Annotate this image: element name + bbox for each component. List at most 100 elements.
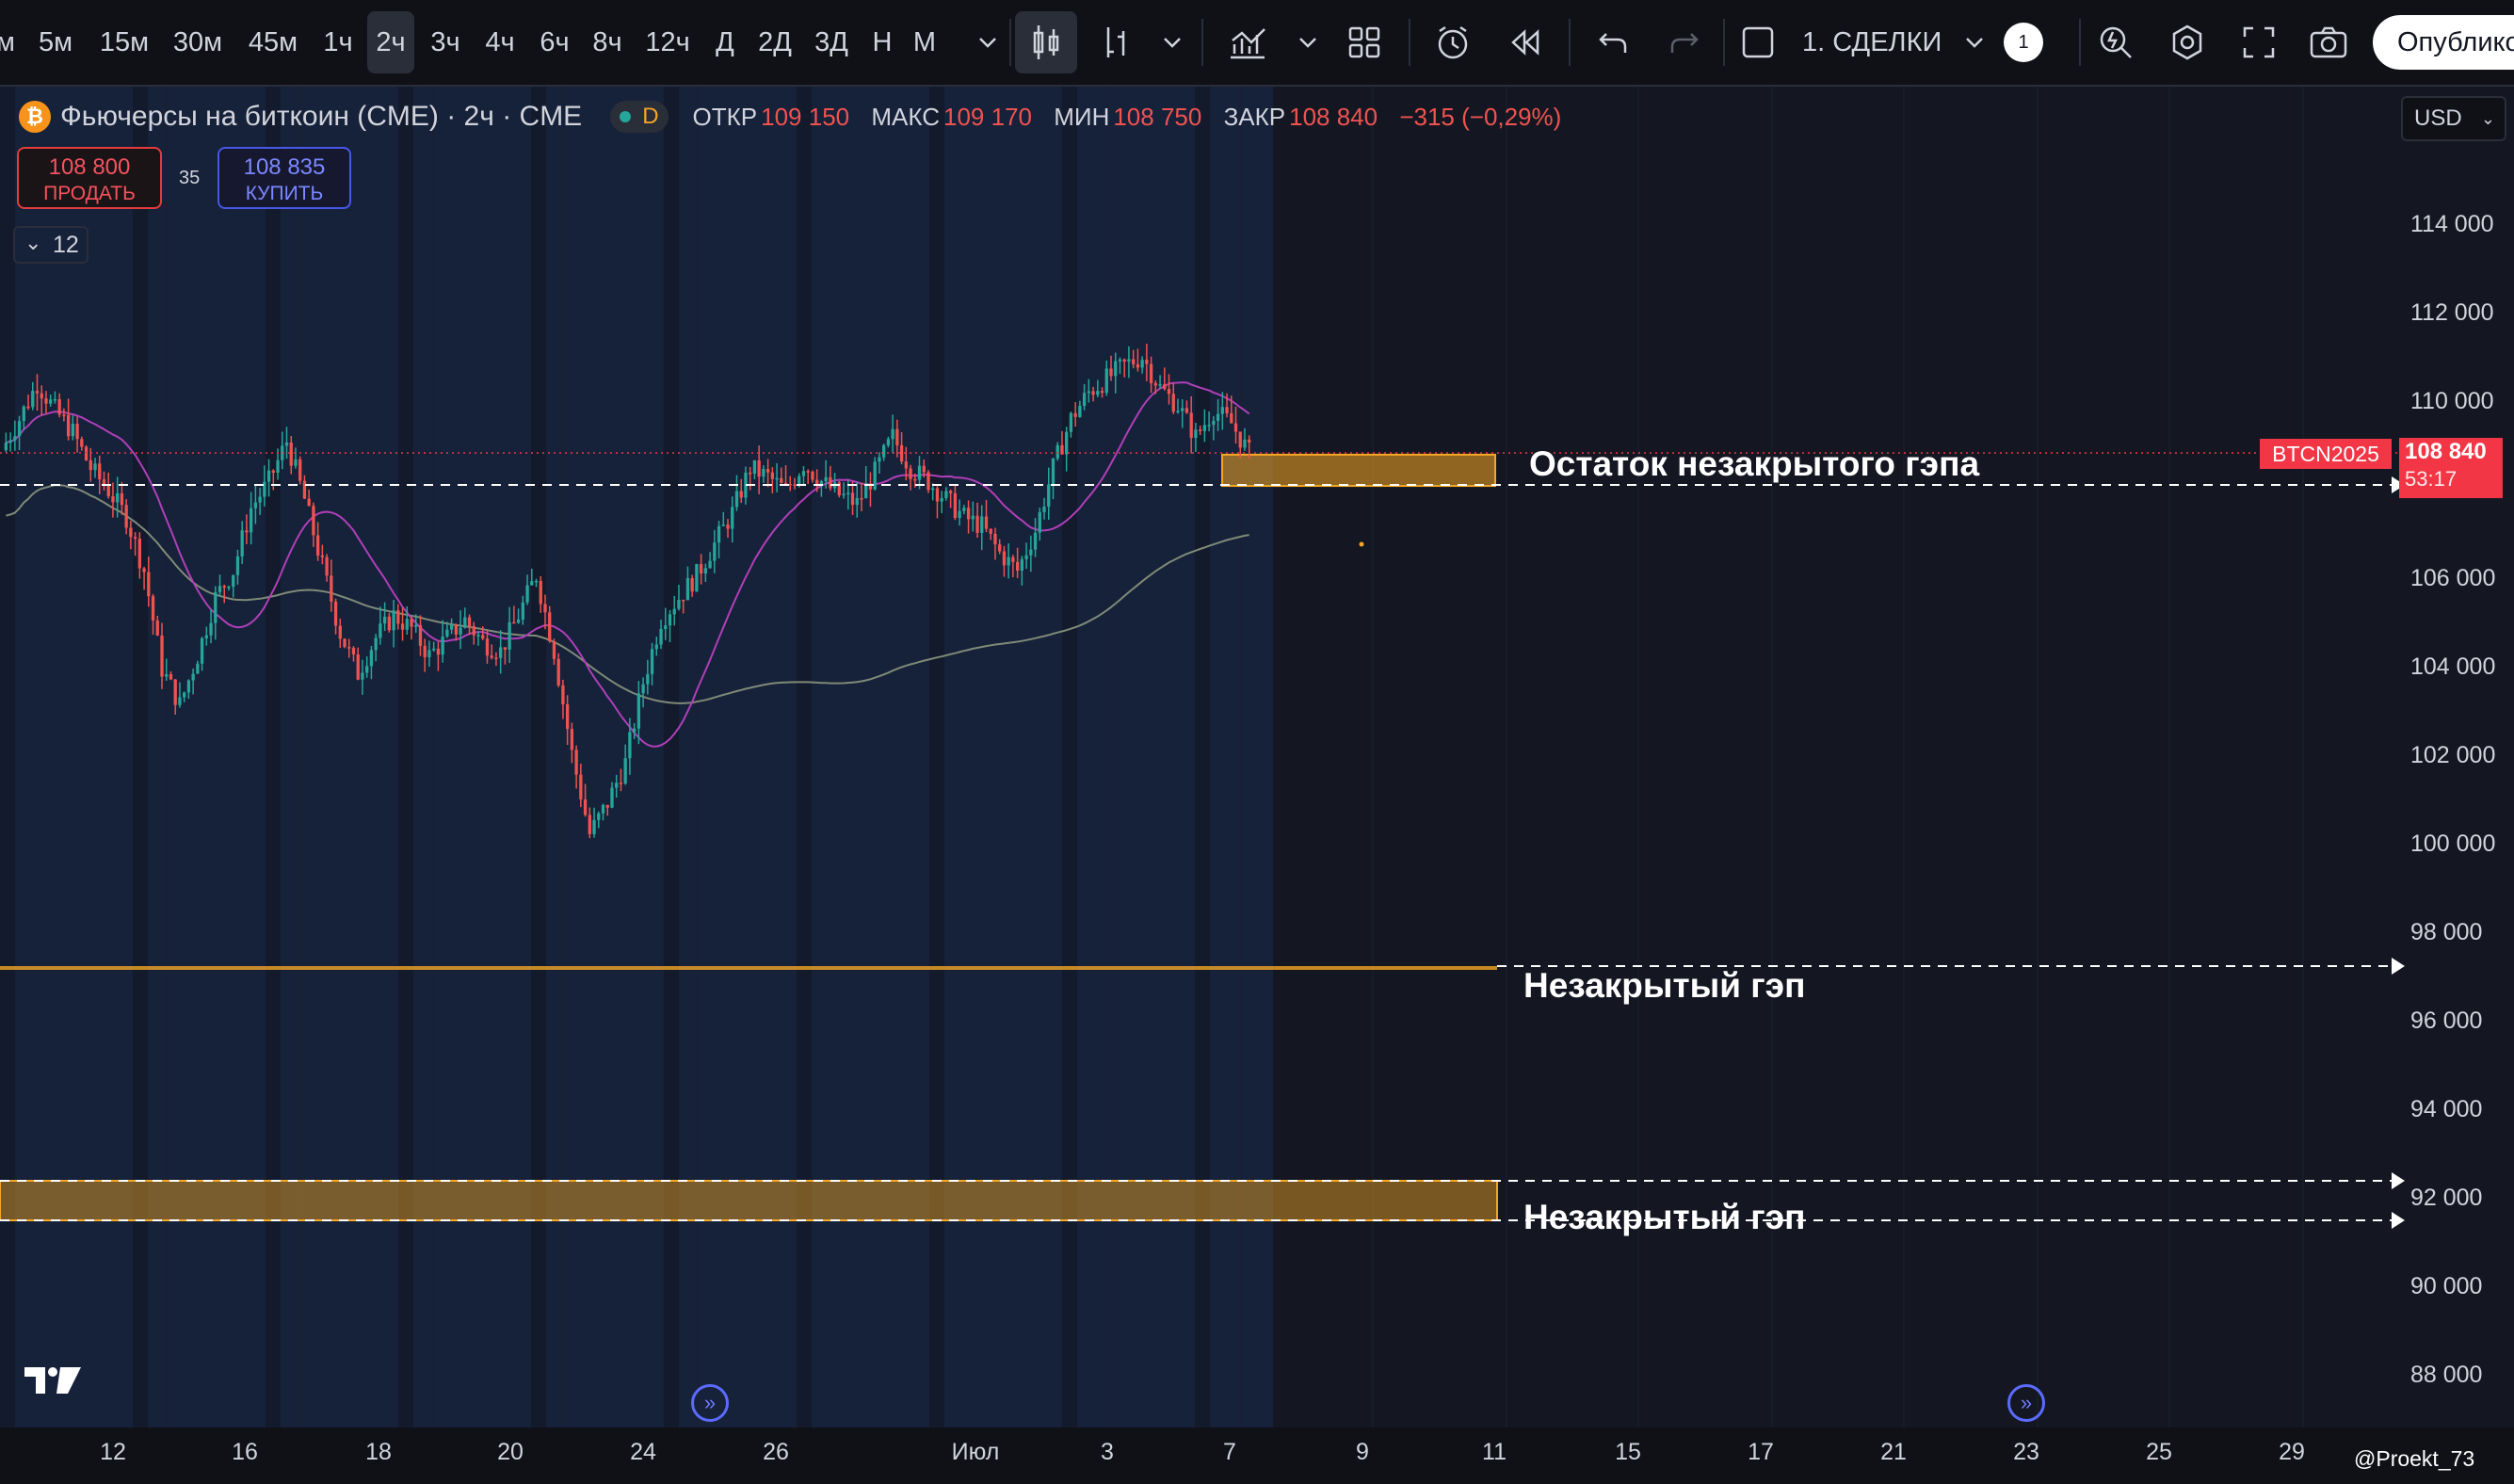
timeframe-8[interactable]: 4ч: [476, 11, 524, 73]
candle-body: [1122, 359, 1126, 362]
candle-body: [713, 542, 717, 561]
timeframe-16[interactable]: М: [906, 11, 943, 73]
timeframe-15[interactable]: Н: [864, 11, 900, 73]
bars-chart-type-icon[interactable]: [1088, 15, 1143, 70]
replay-icon[interactable]: [1497, 15, 1552, 70]
quick-search-icon[interactable]: [2088, 15, 2143, 70]
timeframe-13[interactable]: 2Д: [749, 11, 800, 73]
candle-body: [1176, 411, 1180, 412]
timeframe-6[interactable]: 2ч: [367, 11, 414, 73]
candle-body: [147, 572, 151, 597]
candle-body: [775, 477, 779, 480]
undo-icon[interactable]: [1586, 15, 1640, 70]
price-tick: 114 000: [2410, 211, 2494, 237]
candle-body: [668, 614, 672, 626]
publish-button[interactable]: Опублико: [2373, 15, 2514, 70]
timeframe-11[interactable]: 12ч: [638, 11, 697, 73]
chart-type-dropdown-icon[interactable]: [1145, 15, 1200, 70]
candle-body: [948, 491, 953, 493]
timeframe-2[interactable]: 15м: [90, 11, 158, 73]
chevron-down-icon: ⌄: [2480, 109, 2495, 128]
candle-body: [1149, 363, 1153, 383]
candle-body: [414, 624, 418, 627]
timeframe-1[interactable]: 5м: [28, 11, 83, 73]
candle-body: [788, 483, 792, 486]
candle-body: [1171, 394, 1175, 412]
currency-select[interactable]: USD ⌄: [2401, 96, 2506, 141]
buy-button[interactable]: 108 835 КУПИТЬ: [218, 147, 351, 209]
candle-body: [4, 443, 8, 451]
timeframe-0[interactable]: м: [0, 11, 17, 73]
candle-body: [1104, 368, 1108, 394]
candle-body: [494, 657, 498, 659]
layout-square-icon[interactable]: [1731, 15, 1785, 70]
timeframe-3[interactable]: 30м: [164, 11, 232, 73]
candle-body: [534, 580, 539, 583]
candle-body: [26, 406, 30, 409]
scroll-to-realtime-icon[interactable]: »: [2007, 1384, 2045, 1422]
timeframe-5[interactable]: 1ч: [314, 11, 362, 73]
ohlc-values: ОТКР 109 150 МАКС 109 170 МИН 108 750 ЗАКР 1…: [693, 103, 1577, 132]
session-status-pill[interactable]: D: [610, 101, 669, 133]
candle-body: [276, 460, 280, 474]
layout-name[interactable]: 1. СДЕЛКИ: [1802, 11, 1942, 73]
candle-body: [989, 528, 992, 534]
alerts-count-badge[interactable]: 1: [2004, 23, 2043, 62]
alert-clock-icon[interactable]: [1426, 15, 1480, 70]
candle-body: [240, 530, 244, 556]
sell-button[interactable]: 108 800 ПРОДАТЬ: [17, 147, 162, 209]
time-tick: 20: [497, 1439, 524, 1465]
candle-body: [993, 533, 997, 545]
camera-snapshot-icon[interactable]: [2301, 15, 2356, 70]
candle-body: [227, 587, 231, 589]
unfilled-gap-label-2[interactable]: Незакрытый гэп: [1523, 1198, 1805, 1237]
candle-body: [552, 641, 556, 659]
candle-body: [315, 535, 320, 556]
redo-icon[interactable]: [1657, 15, 1712, 70]
low-label: МИН: [1054, 102, 1110, 131]
timeframe-4[interactable]: 45м: [239, 11, 307, 73]
timeframe-12[interactable]: Д: [706, 11, 744, 73]
unfilled-gap-label-1[interactable]: Незакрытый гэп: [1523, 966, 1805, 1006]
candle-body: [731, 507, 734, 529]
symbol-price-tag: BTCN2025: [2260, 439, 2392, 469]
candle-body: [940, 497, 943, 502]
settings-gear-icon[interactable]: [2160, 15, 2215, 70]
timeframe-dropdown-icon[interactable]: [960, 15, 1015, 70]
candle-body: [615, 782, 619, 788]
session-gap-band: [266, 85, 281, 1428]
timeframe-7[interactable]: 3ч: [422, 11, 469, 73]
candles-chart-type-icon[interactable]: [1015, 11, 1077, 73]
candle-body: [218, 586, 222, 592]
candle-body: [53, 398, 57, 401]
candle-body: [302, 480, 307, 499]
candle-body: [637, 693, 641, 729]
candle-body: [472, 626, 475, 636]
toolbar-divider: [1201, 19, 1203, 66]
candle-body: [245, 530, 249, 533]
time-tick: 21: [1880, 1439, 1907, 1465]
indicators-dropdown-icon[interactable]: [1281, 15, 1335, 70]
templates-grid-icon[interactable]: [1337, 15, 1392, 70]
timeframe-9[interactable]: 6ч: [531, 11, 578, 73]
timeframe-14[interactable]: 3Д: [806, 11, 857, 73]
candle-body: [1140, 360, 1144, 368]
candle-body: [632, 728, 637, 733]
price-tick: 98 000: [2410, 919, 2483, 945]
candle-body: [1233, 423, 1238, 432]
candle-body: [1011, 556, 1015, 562]
symbol-title[interactable]: Фьючерсы на биткоин (CME) · 2ч · CME: [60, 101, 582, 133]
time-tick: Июл: [951, 1439, 1000, 1465]
market-status-dot-icon: [620, 111, 632, 122]
gap-remainder-label[interactable]: Остаток незакрытого гэпа: [1529, 444, 1979, 484]
timeframe-10[interactable]: 8ч: [584, 11, 631, 73]
candle-body: [191, 673, 195, 681]
indicators-icon[interactable]: [1220, 15, 1275, 70]
fullscreen-icon[interactable]: [2232, 15, 2286, 70]
candle-body: [454, 624, 458, 635]
layout-dropdown-icon[interactable]: [1947, 15, 2002, 70]
scroll-to-realtime-icon[interactable]: »: [691, 1384, 729, 1422]
candle-body: [271, 470, 275, 474]
chart-canvas[interactable]: [0, 0, 2514, 1484]
indicators-toggle-button[interactable]: ⌄ 12: [13, 226, 89, 264]
